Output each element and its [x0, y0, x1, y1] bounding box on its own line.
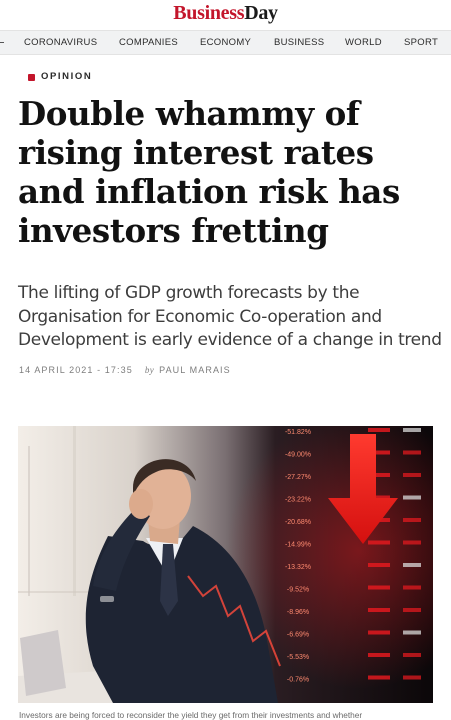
- article-photo: -51.82% -49.00% -27.27% -23.22% -20.68% -14.9…: [18, 426, 433, 703]
- ticker-value: -49.00%: [285, 452, 311, 459]
- ticker-bar: [368, 585, 390, 590]
- nav-item-world[interactable]: WORLD: [345, 37, 382, 49]
- section-label: OPINION: [41, 71, 93, 82]
- nav-item-economy[interactable]: ECONOMY: [200, 37, 251, 49]
- section-nav: CORONAVIRUS COMPANIES ECONOMY BUSINESS W…: [0, 30, 451, 55]
- ticker-bar-secondary: [403, 608, 421, 612]
- ticker-bar-secondary: [403, 473, 421, 477]
- ticker-bar: [368, 540, 390, 545]
- ticker-value: -6.69%: [287, 632, 309, 639]
- ticker-value: -23.22%: [285, 497, 311, 504]
- ticker-bar-secondary: [403, 428, 421, 432]
- ticker-value: -13.32%: [285, 564, 311, 571]
- byline-by: by: [144, 365, 155, 375]
- ticker-value: -0.76%: [287, 677, 309, 684]
- article-standfirst: The lifting of GDP growth forecasts by t…: [18, 283, 442, 350]
- section-kicker[interactable]: OPINION: [28, 71, 92, 83]
- ticker-bar: [368, 608, 390, 612]
- photo-illustration: -51.82% -49.00% -27.27% -23.22% -20.68% -14.9…: [18, 426, 433, 703]
- ticker-bar-secondary: [403, 563, 421, 567]
- article-headline: Double whammy of rising interest rates a…: [18, 94, 400, 250]
- ticker-bar-secondary: [403, 540, 421, 545]
- nav-item-companies[interactable]: COMPANIES: [119, 37, 178, 49]
- laptop: [20, 630, 66, 696]
- nav-item-coronavirus[interactable]: CORONAVIRUS: [24, 37, 97, 49]
- photo-caption: Investors are being forced to reconsider…: [19, 710, 363, 720]
- author-name[interactable]: PAUL MARAIS: [159, 365, 231, 375]
- ticker-bar-secondary: [403, 675, 421, 680]
- ticker-value: -51.82%: [285, 429, 311, 436]
- person-hand: [129, 489, 153, 519]
- site-logo[interactable]: BusinessDay: [0, 1, 451, 25]
- ticker-bar: [368, 428, 390, 432]
- ticker-value: -5.53%: [287, 654, 309, 661]
- ticker-value: -14.99%: [285, 542, 311, 549]
- masthead: BusinessDay: [0, 0, 451, 29]
- logo-business: Business: [173, 2, 245, 24]
- ticker-bar: [368, 675, 390, 680]
- ticker-bar-secondary: [403, 495, 421, 500]
- section-marker-icon: [28, 73, 35, 81]
- ticker-bar-secondary: [403, 630, 421, 635]
- publish-date: 14 APRIL 2021 - 17:35: [19, 365, 133, 375]
- nav-overflow-indicator: [0, 42, 4, 43]
- ticker-bar-secondary: [403, 518, 421, 522]
- ticker-value: -27.27%: [285, 474, 311, 481]
- ticker-bar: [368, 653, 390, 657]
- nav-item-business[interactable]: BUSINESS: [274, 37, 324, 49]
- ticker-value: -9.52%: [287, 587, 309, 594]
- ticker-bar: [368, 630, 390, 635]
- ticker-value: -8.96%: [287, 609, 309, 616]
- ticker-bar-secondary: [403, 653, 421, 657]
- ticker-bar-secondary: [403, 450, 421, 455]
- logo-day: Day: [244, 2, 278, 24]
- article-byline: 14 APRIL 2021 - 17:35 by PAUL MARAIS: [19, 364, 231, 376]
- nav-item-sport[interactable]: SPORT: [404, 37, 438, 49]
- ticker-bar: [368, 563, 390, 567]
- ticker-value: -20.68%: [285, 519, 311, 526]
- ticker-bar-secondary: [403, 585, 421, 590]
